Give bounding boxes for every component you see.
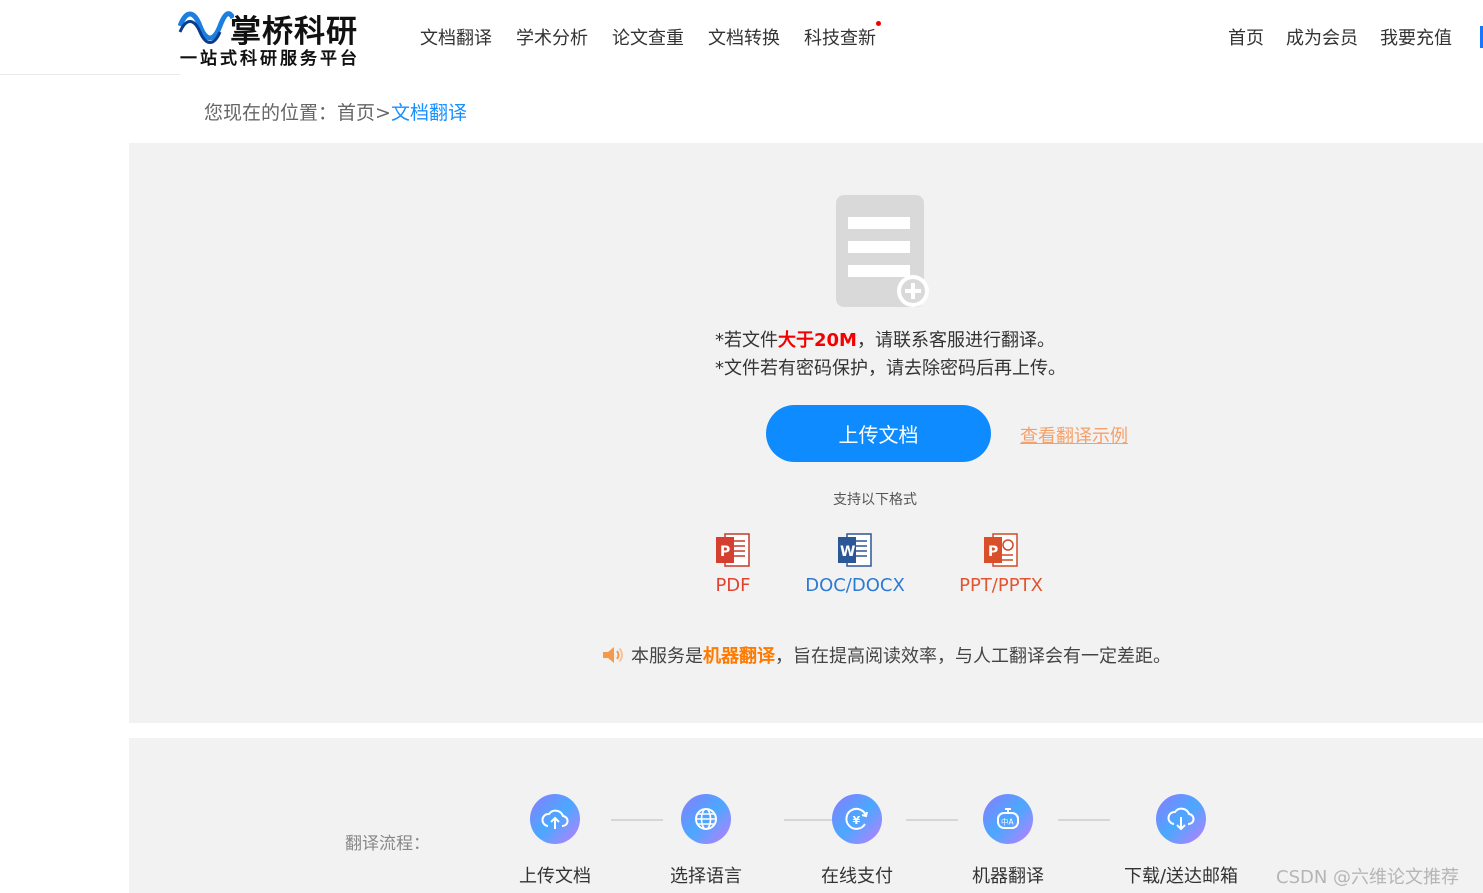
nav-item-doc-convert[interactable]: 文档转换 [708,24,780,50]
note-size-before: *若文件 [715,330,778,351]
yuan-payment-icon: ¥ [845,807,868,830]
notice-before: 本服务是 [631,646,703,667]
site-header: 掌桥科研 一站式科研服务平台 文档翻译 学术分析 论文查重 文档转换 科技查新 … [0,0,1483,76]
main-nav: 文档翻译 学术分析 论文查重 文档转换 科技查新 [420,21,881,50]
brand-slogan: 一站式科研服务平台 [180,49,360,69]
format-ppt-label: PPT/PPTX [959,575,1043,596]
flow-title: 翻译流程： [345,834,430,854]
machine-translation-notice: 本服务是 机器翻译 ，旨在提高阅读效率，与人工翻译会有一定差距。 [601,642,1171,668]
notice-after: ，旨在提高阅读效率，与人工翻译会有一定差距。 [775,646,1171,667]
flow-step-machine-translate: 中A 机器翻译 [948,794,1068,888]
pdf-file-icon: P [716,533,750,567]
view-example-link[interactable]: 查看翻译示例 [1020,422,1128,448]
nav-item-novelty-search-label: 科技查新 [804,28,876,49]
flow-step-language-label: 选择语言 [670,866,742,887]
flow-step-upload-circle [530,794,580,844]
breadcrumb-current: 文档翻译 [390,102,467,124]
flow-step-download-label: 下载/送达邮箱 [1123,866,1239,887]
csdn-watermark: CSDN @六维论文推荐 [1276,867,1460,888]
nav-item-home[interactable]: 首页 [1228,24,1264,50]
flow-step-download: 下载/送达邮箱 [1109,794,1253,888]
upload-document-button[interactable]: 上传文档 [766,405,991,462]
site-logo[interactable]: 掌桥科研 一站式科研服务平台 [178,4,378,70]
flow-step-language: 选择语言 [646,794,766,888]
svg-text:P: P [988,544,998,560]
flow-step-machine-translate-label: 机器翻译 [972,866,1044,887]
flow-step-upload: 上传文档 [495,794,615,888]
breadcrumb: 您现在的位置：首页>文档翻译 [204,98,467,125]
nav-item-plagiarism-check[interactable]: 论文查重 [612,24,684,50]
format-ppt: P PPT/PPTX [955,533,1047,596]
flow-step-payment-circle: ¥ [832,794,882,844]
word-file-icon: W [838,533,872,567]
upload-panel: *若文件大于20M，请联系客服进行翻译。 *文件若有密码保护，请去除密码后再上传… [129,143,1483,723]
nav-item-membership[interactable]: 成为会员 [1286,24,1358,50]
flow-step-language-circle [681,794,731,844]
flow-step-payment-label: 在线支付 [821,866,893,887]
svg-text:W: W [840,544,855,560]
globe-icon [695,808,717,830]
svg-text:中A: 中A [1001,817,1014,827]
breadcrumb-prefix: 您现在的位置： [204,102,338,124]
format-pdf-label: PDF [715,575,751,596]
cloud-download-icon [1167,807,1195,831]
header-divider [0,74,180,75]
speaker-icon [603,647,623,663]
flow-step-download-circle [1156,794,1206,844]
nav-item-academic-analysis[interactable]: 学术分析 [516,24,588,50]
nav-item-novelty-search[interactable]: 科技查新 [804,21,881,50]
note-size-after: ，请联系客服进行翻译。 [856,330,1055,351]
format-pdf: P PDF [705,533,761,596]
breadcrumb-separator: > [375,102,391,124]
cloud-upload-icon [541,809,569,829]
note-size-highlight: 大于20M [778,330,857,351]
flow-step-machine-translate-circle: 中A [983,794,1033,844]
wave-logo-icon [178,11,234,44]
svg-text:¥: ¥ [853,814,861,827]
ppt-file-icon: P [984,533,1018,567]
robot-translate-icon: 中A [997,808,1019,829]
document-add-icon[interactable] [834,193,930,311]
flow-step-upload-label: 上传文档 [519,866,591,887]
upload-note-password: *文件若有密码保护，请去除密码后再上传。 [715,358,1066,379]
format-doc: W DOC/DOCX [803,533,907,596]
notice-highlight: 机器翻译 [703,646,775,667]
nav-item-doc-translate[interactable]: 文档翻译 [420,24,492,50]
format-doc-label: DOC/DOCX [805,575,905,596]
breadcrumb-home[interactable]: 首页 [337,102,375,124]
user-nav: 首页 成为会员 我要充值 [1228,24,1452,50]
upload-notes: *若文件大于20M，请联系客服进行翻译。 *文件若有密码保护，请去除密码后再上传… [715,327,1066,383]
svg-text:P: P [720,544,730,560]
new-badge-dot [876,21,881,26]
formats-title: 支持以下格式 [833,492,917,508]
upload-note-size: *若文件大于20M，请联系客服进行翻译。 [715,327,1066,355]
nav-item-recharge[interactable]: 我要充值 [1380,24,1452,50]
flow-step-payment: ¥ 在线支付 [797,794,917,888]
